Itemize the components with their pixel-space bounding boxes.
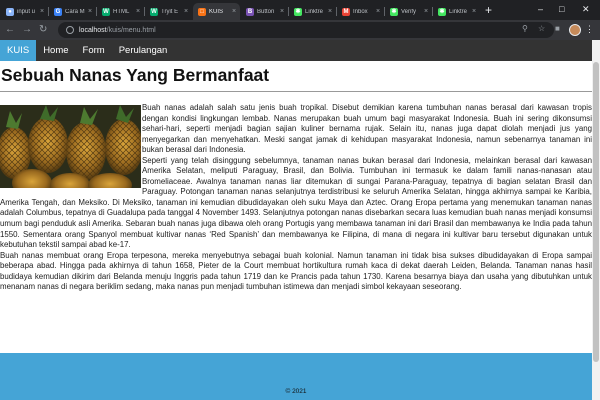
browser-tab-label: Cara M <box>65 8 85 15</box>
browser-tab[interactable]: ✱ Verify × <box>385 3 432 20</box>
bookmark-star-icon[interactable]: ☆ <box>538 24 545 33</box>
tab-close-icon[interactable]: × <box>230 8 238 15</box>
tab-favicon-gmail-icon: M <box>342 7 350 16</box>
browser-tab[interactable]: ● input u × <box>1 3 48 20</box>
browser-tab-strip: + – □ ✕ ● input u × G Cara M × W HTML × W Tryit E ×… <box>0 0 600 20</box>
browser-tab-label: KUIS <box>209 8 224 15</box>
tab-close-icon[interactable]: × <box>326 8 334 15</box>
browser-tab[interactable]: ✱ Linktre × <box>289 3 336 20</box>
browser-tab-label: Linktre <box>305 8 324 15</box>
tab-favicon-linktree-icon: ✱ <box>390 7 398 16</box>
footer-copyright: © 2021 <box>285 388 307 395</box>
browser-tab-label: HTML <box>113 8 130 15</box>
nav-item-home[interactable]: Home <box>36 40 75 61</box>
minimize-icon[interactable]: – <box>538 4 543 14</box>
pineapple-image <box>0 105 141 188</box>
new-tab-icon[interactable]: + <box>485 4 492 16</box>
browser-tab[interactable]: B Button × <box>241 3 288 20</box>
site-info-icon[interactable] <box>66 26 74 34</box>
browser-tab[interactable]: M Inbox × <box>337 3 384 20</box>
address-bar[interactable]: localhost/kuis/menu.html <box>58 22 554 38</box>
reload-icon[interactable]: ↻ <box>39 24 47 36</box>
tab-favicon-w3schools-icon: W <box>102 7 110 16</box>
nav-item-perulangan[interactable]: Perulangan <box>112 40 175 61</box>
article-body: Buah nanas adalah salah satu jenis buah … <box>0 103 592 293</box>
browser-tab-label: Tryit E <box>161 8 179 15</box>
nav-item-kuis[interactable]: KUIS <box>0 40 37 61</box>
page-viewport: KUIS Home Form Perulangan Sebuah Nanas Y… <box>0 40 600 400</box>
tab-favicon-linktree-icon: ✱ <box>294 7 302 16</box>
site-navbar: KUIS Home Form Perulangan <box>0 40 592 61</box>
browser-tab-label: Linktre <box>449 8 468 15</box>
tab-close-icon[interactable]: × <box>134 8 142 15</box>
tab-separator <box>96 7 97 16</box>
tab-separator <box>144 7 145 16</box>
address-bar-url: localhost/kuis/menu.html <box>79 26 156 34</box>
profile-avatar[interactable] <box>569 24 581 36</box>
page-title: Sebuah Nanas Yang Bermanfaat <box>1 65 270 85</box>
tab-favicon-page-icon: □ <box>198 7 206 16</box>
tab-favicon-w3schools-icon: W <box>150 7 158 16</box>
forward-icon[interactable]: → <box>22 24 32 36</box>
browser-tab-label: Verify <box>401 8 417 15</box>
browser-toolbar: ← → ↻ localhost/kuis/menu.html ⚲ ☆ ■ <box>0 20 600 40</box>
tab-close-icon[interactable]: × <box>38 8 46 15</box>
tab-separator <box>384 7 385 16</box>
tab-separator <box>432 7 433 16</box>
close-window-icon[interactable]: ✕ <box>582 4 590 15</box>
tab-close-icon[interactable]: × <box>278 8 286 15</box>
extensions-icon[interactable]: ■ <box>555 24 560 33</box>
browser-tab-label: input u <box>17 8 36 15</box>
tab-close-icon[interactable]: × <box>182 8 190 15</box>
page-scrollbar[interactable] <box>592 40 600 400</box>
tab-separator <box>336 7 337 16</box>
tab-favicon-blue-icon: G <box>54 7 62 16</box>
browser-tab-label: Button <box>257 8 275 15</box>
browser-menu-icon[interactable]: ⋮ <box>585 23 594 35</box>
browser-tab[interactable]: ✱ Linktre × <box>433 3 480 20</box>
site-footer: © 2021 <box>0 353 592 400</box>
browser-tab[interactable]: □ KUIS × <box>193 3 240 20</box>
scrollbar-thumb[interactable] <box>593 62 599 362</box>
tab-separator <box>288 7 289 16</box>
browser-tab[interactable]: G Cara M × <box>49 3 96 20</box>
tab-favicon-generic-icon: ● <box>6 7 14 16</box>
zoom-icon[interactable]: ⚲ <box>522 24 528 33</box>
tab-separator <box>48 7 49 16</box>
tab-close-icon[interactable]: × <box>422 8 430 15</box>
tab-close-icon[interactable]: × <box>86 8 94 15</box>
browser-tab[interactable]: W HTML × <box>97 3 144 20</box>
browser-tab[interactable]: W Tryit E × <box>145 3 192 20</box>
tab-favicon-linktree-icon: ✱ <box>438 7 446 16</box>
tab-favicon-bootstrap-icon: B <box>246 7 254 16</box>
tab-close-icon[interactable]: × <box>374 8 382 15</box>
browser-tab-label: Inbox <box>353 8 368 15</box>
article-paragraph: Buah nanas membuat orang Eropa terpesona… <box>0 250 592 292</box>
tab-close-icon[interactable]: × <box>470 8 478 15</box>
maximize-icon[interactable]: □ <box>559 4 564 14</box>
back-icon[interactable]: ← <box>5 24 15 36</box>
nav-item-form[interactable]: Form <box>76 40 112 61</box>
title-divider <box>0 91 592 92</box>
